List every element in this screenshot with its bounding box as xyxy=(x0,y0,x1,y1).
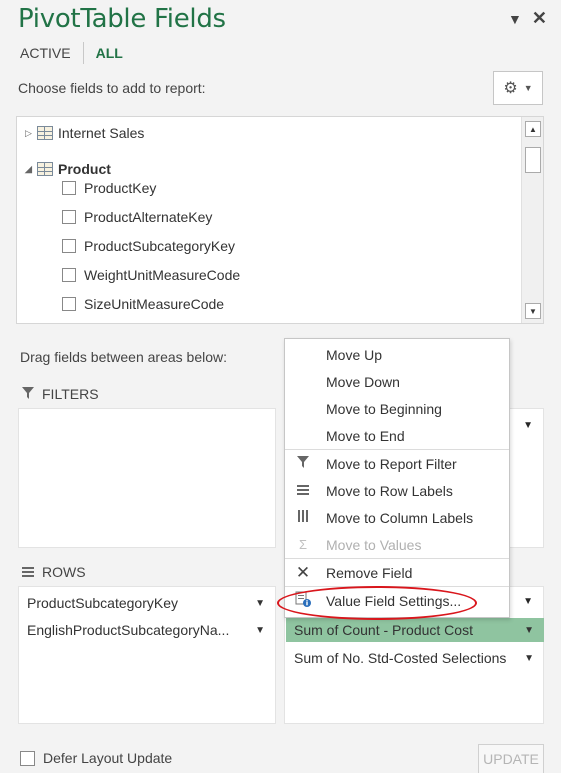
tab-active[interactable]: ACTIVE xyxy=(20,45,71,61)
highlight-oval xyxy=(277,586,477,620)
field-checkbox[interactable] xyxy=(62,239,76,253)
defer-checkbox[interactable] xyxy=(20,750,35,766)
tab-all[interactable]: ALL xyxy=(96,45,123,61)
chevron-down-icon[interactable]: ▼ xyxy=(255,625,265,636)
rows-item[interactable]: ProductSubcategoryKey ▼ xyxy=(19,591,275,615)
field-label: ProductSubcategoryKey xyxy=(84,238,235,254)
field-item[interactable]: WeightUnitMeasureCode xyxy=(62,267,240,283)
table-icon xyxy=(37,162,53,176)
field-checkbox[interactable] xyxy=(62,181,76,195)
menu-move-to-beginning[interactable]: Move to Beginning xyxy=(285,395,509,422)
choose-fields-label: Choose fields to add to report: xyxy=(18,80,206,96)
chevron-down-icon[interactable]: ▼ xyxy=(508,11,522,27)
field-checkbox[interactable] xyxy=(62,297,76,311)
sigma-icon: Σ xyxy=(298,537,308,552)
field-checkbox[interactable] xyxy=(62,268,76,282)
menu-move-up[interactable]: Move Up xyxy=(285,341,509,368)
table-name: Product xyxy=(58,161,111,177)
menu-move-to-report-filter[interactable]: Move to Report Filter xyxy=(285,450,509,477)
close-icon[interactable]: ✕ xyxy=(532,8,547,29)
field-settings-button[interactable]: ⚙ ▼ xyxy=(493,71,543,105)
rows-icon xyxy=(295,483,311,498)
update-button: UPDATE xyxy=(478,744,544,773)
field-tabs: ACTIVE ALL xyxy=(20,42,123,64)
context-menu: Move Up Move Down Move to Beginning Move… xyxy=(284,338,510,618)
menu-move-to-column-labels[interactable]: Move to Column Labels xyxy=(285,504,509,531)
filter-icon xyxy=(22,386,34,402)
scroll-down-icon[interactable]: ▼ xyxy=(525,303,541,319)
table-internet-sales[interactable]: ▷ Internet Sales xyxy=(25,125,144,141)
expand-icon[interactable]: ▷ xyxy=(25,128,37,139)
field-item[interactable]: ProductSubcategoryKey xyxy=(62,238,235,254)
chevron-down-icon[interactable]: ▼ xyxy=(255,598,265,609)
collapse-icon[interactable]: ◢ xyxy=(25,164,37,175)
chevron-down-icon[interactable]: ▼ xyxy=(523,596,533,607)
field-label: WeightUnitMeasureCode xyxy=(84,267,241,283)
gear-icon: ⚙ xyxy=(503,80,518,97)
chevron-down-icon[interactable]: ▼ xyxy=(524,653,534,664)
rows-area[interactable]: ProductSubcategoryKey ▼ EnglishProductSu… xyxy=(18,586,276,724)
menu-move-to-row-labels[interactable]: Move to Row Labels xyxy=(285,477,509,504)
menu-move-to-end[interactable]: Move to End xyxy=(285,422,509,449)
field-item[interactable]: SizeUnitMeasureCode xyxy=(62,296,224,312)
chevron-down-icon[interactable]: ▼ xyxy=(524,625,534,636)
table-product[interactable]: ◢ Product xyxy=(25,161,111,177)
field-label: ProductKey xyxy=(84,180,157,196)
rows-label: ROWS xyxy=(22,564,86,580)
table-icon xyxy=(37,126,53,140)
field-list-scrollbar[interactable]: ▲ ▼ xyxy=(521,117,543,323)
rows-item[interactable]: EnglishProductSubcategoryNa... ▼ xyxy=(19,618,275,642)
menu-move-down[interactable]: Move Down xyxy=(285,368,509,395)
filters-label: FILTERS xyxy=(22,386,99,402)
rows-icon xyxy=(22,564,34,580)
field-item[interactable]: ProductAlternateKey xyxy=(62,209,212,225)
filters-area[interactable] xyxy=(18,408,276,548)
chevron-down-icon[interactable]: ▼ xyxy=(523,420,533,431)
menu-move-to-values: Σ Move to Values xyxy=(285,531,509,558)
field-item[interactable]: ProductKey xyxy=(62,180,156,196)
field-list: ▷ Internet Sales ◢ Product ProductKey Pr… xyxy=(16,116,544,324)
scroll-up-icon[interactable]: ▲ xyxy=(525,121,541,137)
filter-icon xyxy=(295,456,311,471)
menu-remove-field[interactable]: ✕ Remove Field xyxy=(285,559,509,586)
values-item[interactable]: Sum of No. Std-Costed Selections ▼ xyxy=(286,646,544,670)
field-label: ProductAlternateKey xyxy=(84,209,213,225)
drag-fields-label: Drag fields between areas below: xyxy=(20,349,228,365)
values-item-selected[interactable]: Sum of Count - Product Cost ▼ xyxy=(286,618,544,642)
columns-icon xyxy=(295,510,311,525)
defer-layout-update[interactable]: Defer Layout Update xyxy=(20,750,172,766)
chevron-down-icon: ▼ xyxy=(523,83,533,93)
table-name: Internet Sales xyxy=(58,125,145,141)
scroll-thumb[interactable] xyxy=(525,147,541,173)
remove-icon: ✕ xyxy=(295,562,311,582)
tab-divider xyxy=(82,42,84,64)
field-checkbox[interactable] xyxy=(62,210,76,224)
field-label: SizeUnitMeasureCode xyxy=(84,296,225,312)
pane-title: PivotTable Fields xyxy=(18,4,226,34)
